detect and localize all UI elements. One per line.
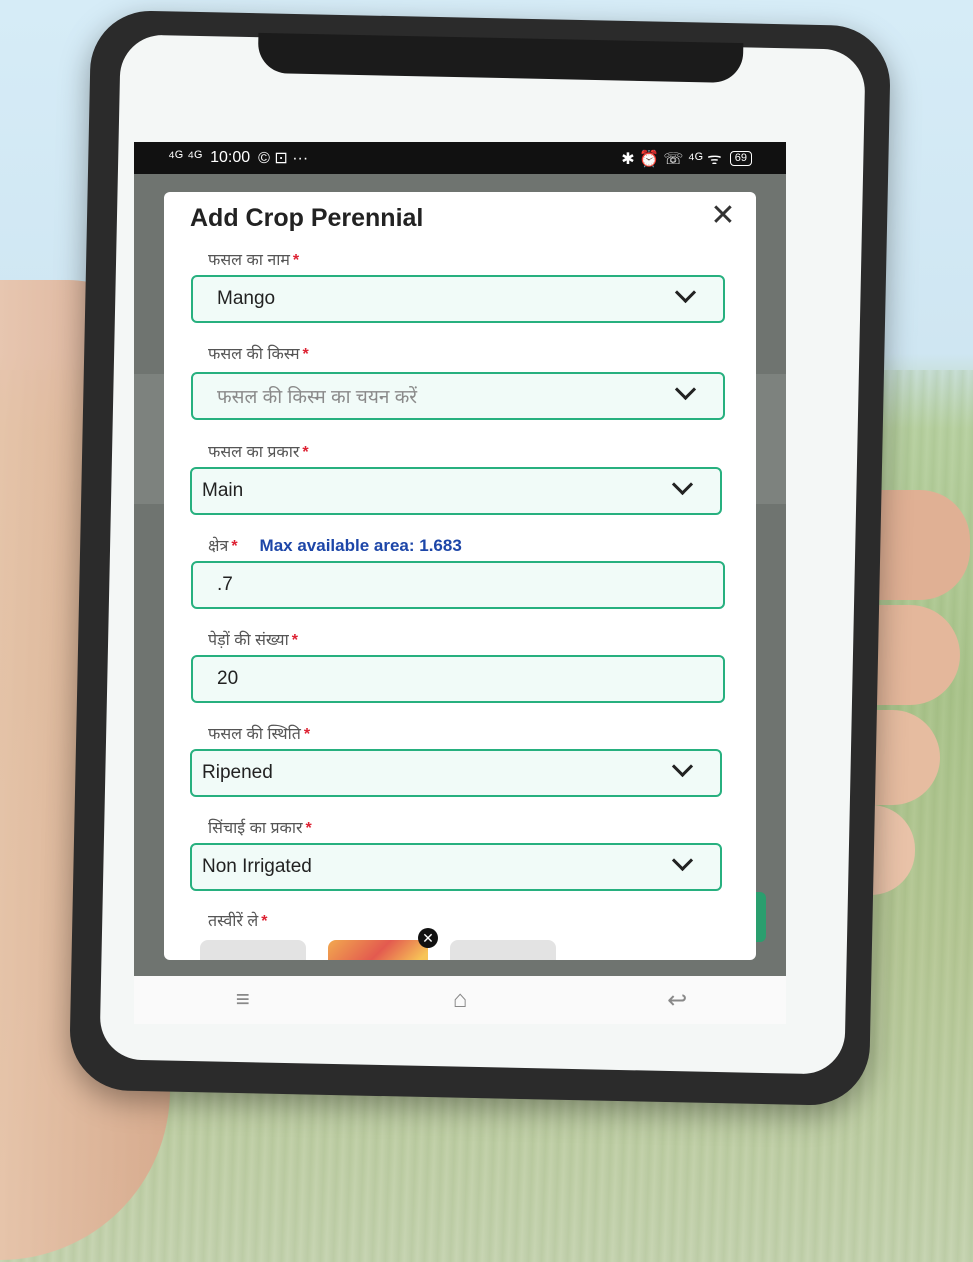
home-icon[interactable]: ⌂ bbox=[430, 986, 490, 1014]
tree-count-input[interactable]: 20 bbox=[191, 655, 725, 703]
photos-label: तस्वीरें ले * bbox=[208, 909, 267, 931]
add-crop-modal: Add Crop Perennial ✕ फसल का नाम * Mango फ… bbox=[164, 192, 756, 960]
required-mark: * bbox=[302, 346, 309, 363]
area-label: क्षेत्र * Max available area: 1.683 bbox=[208, 534, 462, 556]
required-mark: * bbox=[261, 913, 268, 930]
irrigation-type-label-text: सिंचाई का प्रकार bbox=[208, 820, 303, 837]
crop-type-select[interactable]: Main bbox=[190, 467, 722, 515]
back-icon[interactable]: ↩ bbox=[647, 986, 707, 1015]
modal-title: Add Crop Perennial bbox=[190, 204, 424, 232]
clock: 10:00 bbox=[210, 149, 251, 166]
phone-screen: ⁴ᴳ ⁴ᴳ 10:00 © ⊡ ··· ✱ ⏰ ☏ ⁴ᴳ ᯤ 69 Add Cr… bbox=[134, 142, 786, 1024]
irrigation-type-select[interactable]: Non Irrigated bbox=[190, 843, 722, 891]
tree-count-label: पेड़ों की संख्या * bbox=[208, 628, 298, 650]
system-nav-bar: ≡ ⌂ ↩ bbox=[134, 976, 786, 1024]
crop-variety-placeholder: फसल की किस्म का चयन करें bbox=[217, 387, 418, 408]
crop-type-value: Main bbox=[202, 480, 244, 501]
area-label-text: क्षेत्र bbox=[208, 538, 229, 555]
system-icons: ✱ ⏰ ☏ ⁴ᴳ ᯤ bbox=[621, 151, 722, 168]
chevron-down-icon bbox=[671, 473, 694, 496]
area-value: .7 bbox=[217, 574, 233, 595]
status-bar: ⁴ᴳ ⁴ᴳ 10:00 © ⊡ ··· ✱ ⏰ ☏ ⁴ᴳ ᯤ 69 bbox=[134, 142, 786, 174]
crop-status-label-text: फसल की स्थिति bbox=[208, 726, 301, 743]
close-icon[interactable]: ✕ bbox=[708, 201, 738, 232]
chevron-down-icon bbox=[671, 849, 694, 872]
crop-variety-select[interactable]: फसल की किस्म का चयन करें bbox=[191, 372, 725, 420]
crop-variety-label-text: फसल की किस्म bbox=[208, 346, 300, 363]
signal-icon: ⁴ᴳ ⁴ᴳ bbox=[168, 149, 203, 166]
chevron-down-icon bbox=[674, 281, 697, 304]
notification-icons: © ⊡ ··· bbox=[258, 150, 309, 167]
required-mark: * bbox=[231, 538, 238, 555]
camera-button[interactable] bbox=[200, 940, 306, 960]
required-mark: * bbox=[303, 726, 311, 743]
irrigation-type-label: सिंचाई का प्रकार * bbox=[208, 816, 312, 838]
crop-type-label-text: फसल का प्रकार bbox=[208, 444, 300, 461]
crop-name-label-text: फसल का नाम bbox=[208, 252, 290, 269]
crop-name-select[interactable]: Mango bbox=[191, 275, 725, 323]
photo-thumbnails: ✕ bbox=[200, 928, 556, 960]
photo-thumbnail[interactable]: ✕ bbox=[328, 928, 438, 960]
max-area-note: Max available area: 1.683 bbox=[259, 536, 462, 555]
irrigation-type-value: Non Irrigated bbox=[202, 856, 312, 877]
crop-variety-label: फसल की किस्म * bbox=[208, 342, 309, 364]
remove-photo-icon[interactable]: ✕ bbox=[418, 928, 438, 948]
battery-icon: 69 bbox=[729, 150, 752, 166]
crop-name-value: Mango bbox=[217, 288, 276, 309]
required-mark: * bbox=[302, 444, 309, 461]
crop-status-value: Ripened bbox=[202, 762, 273, 783]
menu-icon[interactable]: ≡ bbox=[213, 986, 273, 1014]
crop-status-select[interactable]: Ripened bbox=[190, 749, 722, 797]
chevron-down-icon bbox=[671, 755, 694, 778]
tree-count-value: 20 bbox=[217, 668, 239, 689]
photos-label-text: तस्वीरें ले bbox=[208, 913, 259, 930]
crop-status-label: फसल की स्थिति * bbox=[208, 722, 310, 744]
tree-count-label-text: पेड़ों की संख्या bbox=[208, 632, 289, 649]
camera-button[interactable] bbox=[450, 940, 556, 960]
area-input[interactable]: .7 bbox=[191, 561, 725, 609]
required-mark: * bbox=[291, 632, 298, 649]
crop-type-label: फसल का प्रकार * bbox=[208, 440, 309, 462]
chevron-down-icon bbox=[674, 378, 697, 401]
background-button-edge bbox=[756, 892, 766, 942]
crop-name-label: फसल का नाम * bbox=[208, 248, 299, 270]
required-mark: * bbox=[292, 252, 300, 269]
required-mark: * bbox=[305, 820, 312, 837]
